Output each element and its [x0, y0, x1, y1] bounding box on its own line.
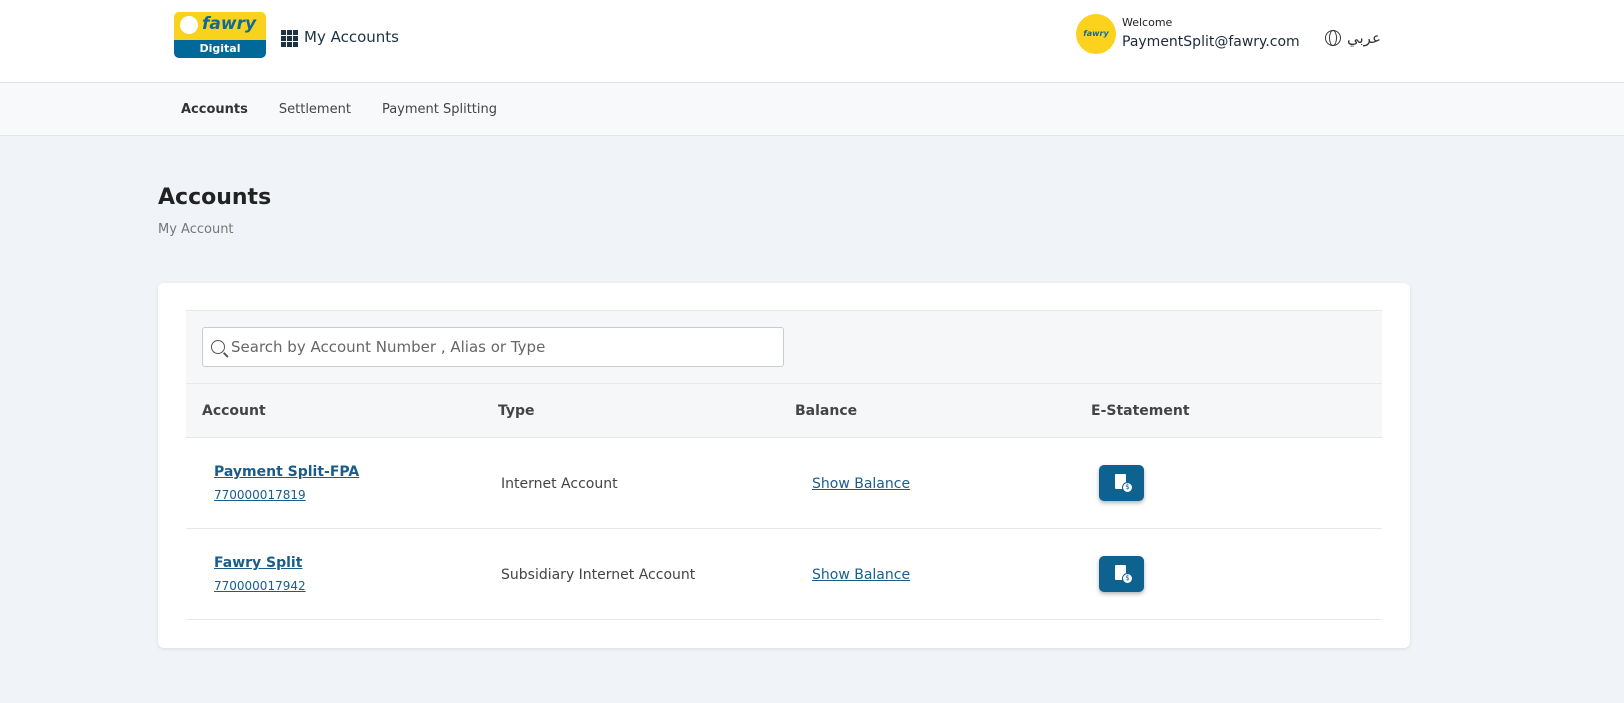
globe-icon	[1325, 30, 1341, 46]
show-balance-link[interactable]: Show Balance	[812, 476, 910, 492]
table-row: Fawry Split 770000017942 Subsidiary Inte…	[186, 529, 1382, 620]
breadcrumb[interactable]: My Account	[158, 222, 234, 237]
top-header: fawry Digital My Accounts fawry Welcome …	[0, 0, 1624, 83]
search-bar	[186, 310, 1382, 383]
app-title[interactable]: My Accounts	[304, 28, 399, 46]
e-statement-button[interactable]	[1099, 465, 1144, 501]
show-balance-link[interactable]: Show Balance	[812, 567, 910, 583]
account-number-link[interactable]: 770000017819	[214, 488, 306, 502]
user-email[interactable]: PaymentSplit@fawry.com	[1122, 34, 1300, 50]
language-switch[interactable]: عربي	[1325, 29, 1381, 47]
col-balance: Balance	[795, 403, 858, 419]
fawry-digital-logo[interactable]: fawry Digital	[174, 12, 266, 58]
account-number-link[interactable]: 770000017942	[214, 579, 306, 593]
table-row: Payment Split-FPA 770000017819 Internet …	[186, 438, 1382, 529]
search-field[interactable]	[202, 327, 784, 367]
logo-subtext: Digital	[174, 40, 266, 58]
accounts-card: Account Type Balance E-Statement Payment…	[158, 283, 1410, 648]
account-type: Subsidiary Internet Account	[501, 567, 696, 583]
search-input[interactable]	[231, 338, 771, 356]
account-alias-link[interactable]: Fawry Split	[214, 555, 302, 571]
apps-grid-icon[interactable]	[281, 30, 298, 47]
e-statement-button[interactable]	[1099, 556, 1144, 592]
col-type: Type	[498, 403, 535, 419]
page-title: Accounts	[158, 185, 272, 210]
table-header: Account Type Balance E-Statement	[186, 383, 1382, 438]
account-type: Internet Account	[501, 476, 618, 492]
welcome-label: Welcome	[1122, 16, 1173, 29]
col-account: Account	[202, 403, 266, 419]
nav-accounts[interactable]: Accounts	[181, 102, 248, 117]
nav-settlement[interactable]: Settlement	[279, 102, 351, 117]
account-alias-link[interactable]: Payment Split-FPA	[214, 464, 359, 480]
col-estatement: E-Statement	[1091, 403, 1190, 419]
avatar: fawry	[1076, 14, 1116, 54]
logo-text: fawry	[174, 12, 266, 40]
main-nav: Accounts Settlement Payment Splitting	[0, 83, 1624, 136]
nav-payment-splitting[interactable]: Payment Splitting	[382, 102, 497, 117]
search-icon	[211, 340, 225, 354]
language-label: عربي	[1347, 29, 1381, 47]
